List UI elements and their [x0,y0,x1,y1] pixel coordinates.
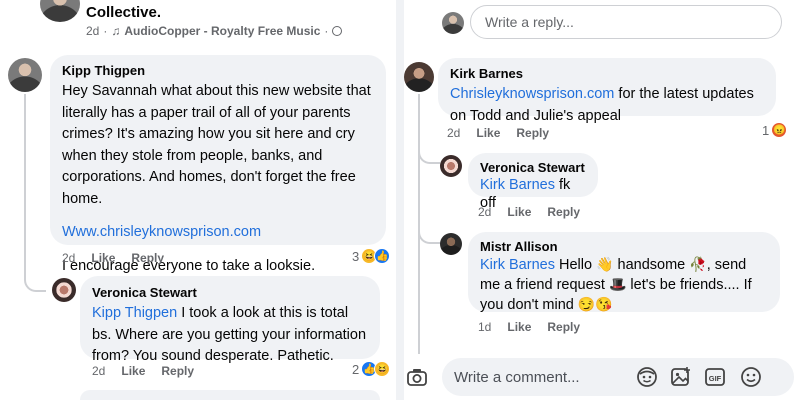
reply-mistr-allison: Mistr Allison Kirk Barnes Hello 👋 handso… [468,232,780,313]
reply-text: Kirk Barnes Hello 👋 handsome 🥀, send me … [480,256,752,313]
post-title[interactable]: Collective. [86,4,161,21]
rose-icon: 🥀 [689,256,707,272]
reply-button[interactable]: Reply [516,126,549,140]
music-note-icon: ♫ [111,24,121,38]
haha-reaction-icon: 😆 [374,361,391,377]
reply-button[interactable]: Reply [131,251,164,265]
post-author-avatar[interactable] [40,0,80,22]
reply-button[interactable]: Reply [547,320,580,334]
reply-input-placeholder: Write a reply... [485,14,574,30]
photo-icon[interactable] [668,364,694,390]
avatar-mistr-allison[interactable] [440,233,462,255]
left-panel: Collective. 2d · ♫ AudioCopper - Royalty… [0,0,396,400]
reply-veronica-stewart: Veronica Stewart Kipp Thigpen I took a l… [80,276,380,364]
reply-time[interactable]: 2d [92,364,105,378]
blowing-kiss-icon: 😘 [595,296,613,312]
smiling-face-icon: 😏 [577,296,596,312]
avatar-veronica-stewart[interactable] [440,155,462,177]
comment-kipp-thigpen: Kipp Thigpen Hey Savannah what about thi… [50,55,386,274]
reaction-summary[interactable]: 1 😠 [762,122,788,138]
svg-text:GIF: GIF [709,374,722,383]
emoji-icon[interactable] [738,364,764,390]
comment-input-placeholder: Write a comment... [454,368,580,386]
mention-kipp-thigpen[interactable]: Kipp Thigpen [92,305,177,321]
comment-link[interactable]: Www.chrisleyknowsprison.com [62,222,374,244]
reply-author[interactable]: Veronica Stewart [92,285,368,300]
reply-author[interactable]: Mistr Allison [480,239,768,254]
reaction-count: 1 [762,122,770,138]
reply-button[interactable]: Reply [547,205,580,219]
reply-author[interactable]: Veronica Stewart [480,160,586,175]
thread-connector [24,262,46,292]
reply-actions: 1d Like Reply [478,320,580,334]
panel-divider [396,0,404,400]
comment-text: Chrisleyknowsprison.com for the latest u… [450,86,754,124]
reply-time[interactable]: 2d [478,205,491,219]
mention-kirk-barnes[interactable]: Kirk Barnes [480,257,555,273]
post-time[interactable]: 2d [86,24,99,38]
thread-connector [418,218,440,244]
angry-reaction-icon: 😠 [771,122,788,138]
like-button[interactable]: Like [121,364,145,378]
reply-button[interactable]: Reply [161,364,194,378]
thread-line [24,94,26,266]
reaction-summary[interactable]: 2 👍 😆 [352,361,391,377]
reply-actions: 2d Like Reply [478,205,580,219]
comment-link[interactable]: Chrisleyknowsprison.com [450,86,614,102]
post-music-label[interactable]: AudioCopper - Royalty Free Music [124,24,320,38]
comment-time[interactable]: 2d [62,251,75,265]
comment-text: Hey Savannah what about this new website… [62,83,371,207]
waving-hand-icon: 👋 [596,256,614,272]
comment-author[interactable]: Kipp Thigpen [62,63,374,78]
comment-composer: Write a comment... GIF [404,354,800,400]
reply-text: Kipp Thigpen I took a look at this is to… [92,305,367,364]
current-user-avatar [442,12,464,34]
reply-time[interactable]: 1d [478,320,491,334]
comment-kirk-barnes: Kirk Barnes Chrisleyknowsprison.com for … [438,58,776,124]
comment-author[interactable]: Kirk Barnes [450,66,764,81]
avatar-sticker-icon[interactable] [634,364,660,390]
comment-actions: 2d Like Reply [447,126,549,140]
avatar-kipp-thigpen[interactable] [8,58,42,92]
reaction-summary[interactable]: 3 😆 👍 [352,248,391,264]
like-button[interactable]: Like [91,251,115,265]
avatar-veronica-stewart[interactable] [52,278,76,302]
thread-connector [418,140,440,164]
like-button[interactable]: Like [507,320,531,334]
gif-icon[interactable]: GIF [702,364,728,390]
comment-time[interactable]: 2d [447,126,460,140]
post-meta: 2d · ♫ AudioCopper - Royalty Free Music … [86,24,343,38]
reaction-count: 3 [352,248,360,264]
reply-veronica-stewart: Veronica Stewart Kirk Barnes fk off [468,153,598,211]
like-reaction-icon: 👍 [374,248,391,264]
reply-actions: 2d Like Reply [92,364,194,378]
like-button[interactable]: Like [507,205,531,219]
comment-actions: 2d Like Reply [62,251,164,265]
camera-icon[interactable] [404,364,430,390]
globe-icon [332,26,343,36]
reply-input[interactable]: Write a reply... [470,5,782,39]
hat-icon: 🎩 [608,276,627,292]
avatar-kirk-barnes[interactable] [404,62,434,92]
like-button[interactable]: Like [476,126,500,140]
next-reply-bubble-edge [80,390,380,400]
reaction-count: 2 [352,361,360,377]
right-panel: Write a reply... Kirk Barnes Chrisleykno… [404,0,800,400]
mention-kirk-barnes[interactable]: Kirk Barnes [480,177,555,193]
